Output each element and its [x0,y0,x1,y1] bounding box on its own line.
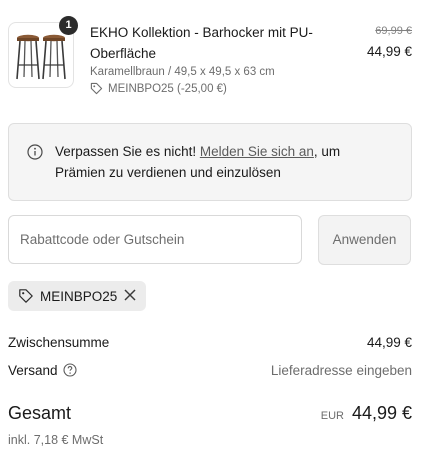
discount-code-input[interactable] [20,232,290,247]
checkout-order-summary: 1 EKHO Kollektion - Barhocker mit PU-Obe… [0,0,428,462]
cart-line-item: 1 EKHO Kollektion - Barhocker mit PU-Obe… [8,16,420,100]
total-currency: EUR [320,410,344,422]
rewards-login-notice: Verpassen Sie es nicht! Melden Sie sich … [8,123,412,201]
remove-discount-icon[interactable] [123,288,137,302]
tax-note: inkl. 7,18 € MwSt [8,433,104,447]
applied-discount-chip: MEINBPO25 [8,281,146,311]
total-label: Gesamt [8,403,72,423]
subtotal-value: 44,99 € [366,335,412,350]
bar-stools-image [16,34,66,80]
shipping-value: Lieferadresse eingeben [270,363,412,378]
shipping-label: Versand [8,363,58,378]
product-title: EKHO Kollektion - Barhocker mit PU-Oberf… [90,25,313,61]
notice-text: Verpassen Sie es nicht! Melden Sie sich … [55,141,375,183]
applied-discount-code: MEINBPO25 [40,288,118,304]
total-value: 44,99 € [351,403,412,423]
notice-prefix: Verpassen Sie es nicht! [55,144,200,159]
product-variant: Karamellbraun / 49,5 x 49,5 x 63 cm [90,66,275,78]
quantity-badge: 1 [59,16,78,35]
apply-discount-button[interactable]: Anwenden [318,215,411,265]
discount-code-field[interactable] [8,215,302,264]
line-discount: MEINBPO25 (-25,00 €) [90,82,227,95]
subtotal-label: Zwischensumme [8,335,110,350]
info-icon [27,144,43,160]
shipping-label-wrap: Versand [8,363,77,378]
line-price: 44,99 € [366,44,412,59]
help-icon[interactable] [62,363,77,377]
login-link[interactable]: Melden Sie sich an [200,144,314,159]
line-discount-label: MEINBPO25 (-25,00 €) [108,82,227,95]
compare-at-price: 69,99 € [375,25,412,37]
tag-icon [90,82,103,95]
tag-icon [19,289,33,303]
